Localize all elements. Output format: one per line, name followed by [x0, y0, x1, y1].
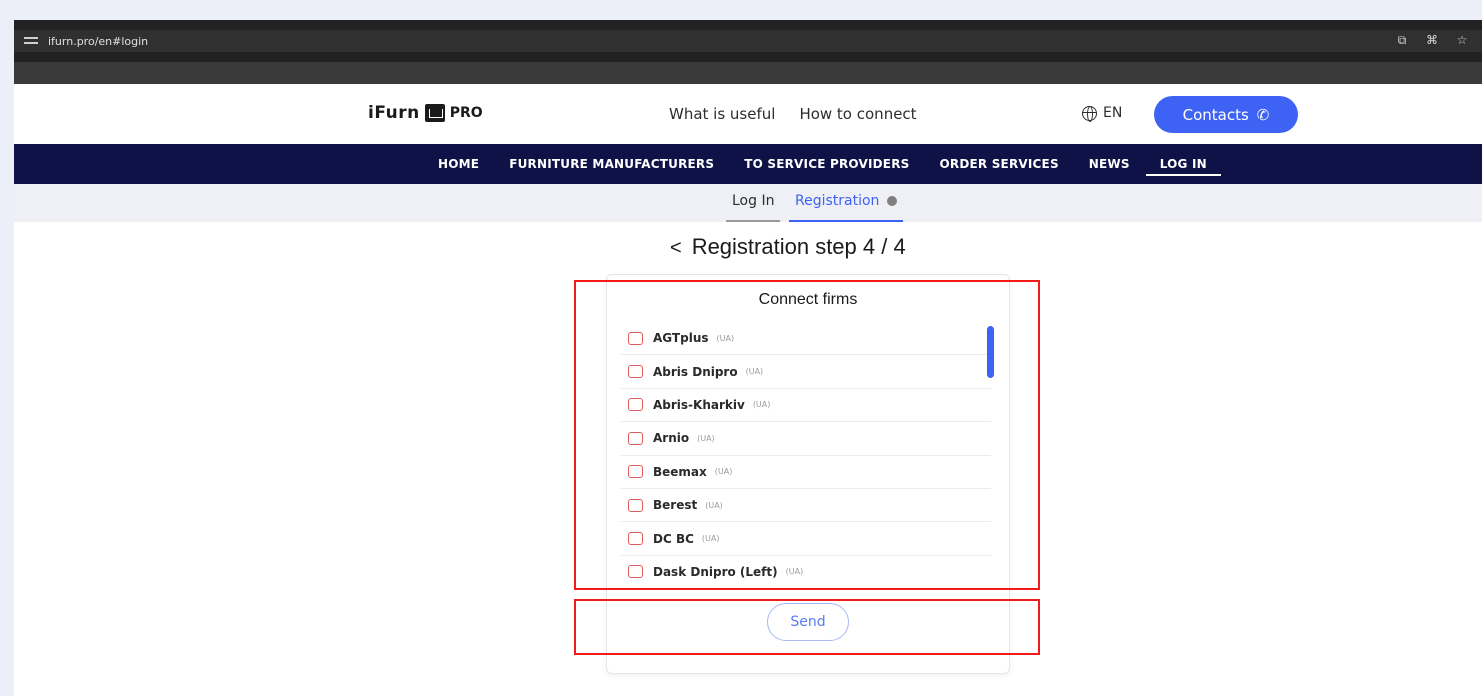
top-nav: What is useful How to connect — [669, 105, 917, 123]
address-bar[interactable]: ifurn.pro/en#login ⧉ ⌘ ☆ — [14, 30, 1482, 52]
nav-furniture-manufacturers[interactable]: FURNITURE MANUFACTURERS — [509, 144, 714, 184]
translate-icon[interactable]: ⌘ — [1424, 33, 1440, 48]
tab-registration-label: Registration — [795, 193, 880, 209]
site-logo[interactable]: iFurn PRO — [368, 103, 483, 123]
nav-home[interactable]: HOME — [438, 144, 479, 184]
step-title-text: Registration step 4 / 4 — [691, 234, 906, 259]
address-bar-actions: ⧉ ⌘ ☆ — [1394, 33, 1470, 48]
info-dot-icon — [887, 196, 898, 206]
url-text[interactable]: ifurn.pro/en#login — [48, 35, 148, 48]
address-bar-area: ifurn.pro/en#login ⧉ ⌘ ☆ — [14, 20, 1482, 62]
star-icon[interactable]: ☆ — [1454, 33, 1470, 48]
site-header: iFurn PRO What is useful How to connect … — [14, 84, 1482, 144]
contacts-label: Contacts — [1182, 105, 1249, 124]
tab-log-in[interactable]: Log In — [726, 193, 781, 222]
chevron-left-icon[interactable]: < — [670, 237, 682, 259]
logo-suffix: PRO — [449, 105, 483, 121]
tab-registration[interactable]: Registration — [789, 193, 904, 222]
auth-tabs: Log In Registration — [14, 184, 1482, 222]
language-label: EN — [1103, 105, 1123, 121]
language-selector[interactable]: EN — [1082, 105, 1123, 122]
nav-log-in[interactable]: LOG IN — [1145, 144, 1222, 184]
cast-icon[interactable]: ⧉ — [1394, 33, 1410, 48]
contacts-button[interactable]: Contacts ✆ — [1154, 96, 1298, 133]
annotation-box-send-button — [574, 599, 1040, 655]
page-title: < Registration step 4 / 4 — [670, 234, 906, 260]
phone-icon: ✆ — [1256, 105, 1270, 124]
main-nav: HOME FURNITURE MANUFACTURERS TO SERVICE … — [14, 144, 1482, 184]
nav-what-is-useful[interactable]: What is useful — [669, 105, 775, 123]
nav-to-service-providers[interactable]: TO SERVICE PROVIDERS — [744, 144, 909, 184]
nav-news[interactable]: NEWS — [1089, 144, 1130, 184]
browser-toolbar-strip — [14, 62, 1482, 84]
nav-order-services[interactable]: ORDER SERVICES — [940, 144, 1059, 184]
site-info-icon[interactable] — [24, 36, 38, 46]
logo-text: iFurn — [368, 103, 420, 123]
box-logo-icon — [424, 104, 445, 122]
globe-icon — [1082, 105, 1097, 122]
nav-how-to-connect[interactable]: How to connect — [799, 105, 916, 123]
annotation-box-firm-list — [574, 280, 1040, 590]
